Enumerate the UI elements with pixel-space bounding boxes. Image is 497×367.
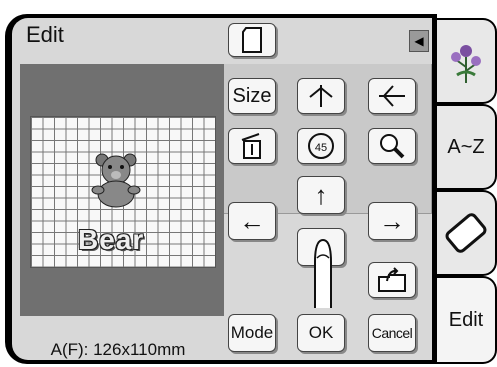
arrow-up-icon: ↑ [314, 179, 328, 210]
save-to-folder-button[interactable] [368, 262, 416, 298]
sound-icon[interactable]: ◀ [409, 30, 429, 52]
folder-icon [378, 267, 406, 292]
mirror-vertical-icon [309, 85, 333, 107]
rotate-button[interactable]: 45 [297, 128, 345, 164]
move-left-button[interactable]: ← [228, 202, 276, 240]
rotate-icon: 45 [308, 133, 334, 159]
cancel-button[interactable]: Cancel [368, 314, 416, 352]
flower-pattern-icon [451, 45, 481, 83]
page-icon [242, 27, 262, 53]
size-label: Size [232, 84, 272, 107]
tab-frames[interactable] [437, 190, 497, 276]
finger-pointer-icon [314, 238, 332, 308]
mirror-horizontal-icon [379, 85, 405, 107]
pattern-preview: Bear [20, 64, 224, 316]
mirror-horizontal-button[interactable] [368, 78, 416, 114]
arrow-left-icon: ← [239, 205, 265, 236]
zoom-button[interactable] [368, 128, 416, 164]
mode-button[interactable]: Mode [228, 314, 276, 352]
ok-button[interactable]: OK [297, 314, 345, 352]
ok-label: OK [308, 323, 334, 342]
mirror-vertical-button[interactable] [297, 78, 345, 114]
move-right-button[interactable]: → [368, 202, 416, 240]
az-tab-label: A~Z [447, 135, 485, 158]
edit-tab-label: Edit [448, 308, 484, 331]
size-readout: A(F): 126x110mm [50, 340, 186, 359]
pattern-text: Bear [78, 224, 145, 255]
new-page-button[interactable] [228, 23, 276, 57]
magnifier-icon [380, 134, 405, 159]
tab-pattern[interactable] [437, 18, 497, 104]
move-up-button[interactable]: ↑ [297, 176, 345, 214]
tab-characters[interactable]: A~Z [437, 104, 497, 190]
bear-icon [91, 153, 141, 208]
cancel-label: Cancel [371, 325, 413, 341]
tab-edit[interactable]: Edit [437, 276, 497, 364]
frame-shape-icon [443, 210, 489, 256]
delete-button[interactable] [228, 128, 276, 164]
trash-icon [241, 133, 261, 159]
screen-title: Edit [26, 22, 64, 47]
arrow-right-icon: → [379, 205, 405, 236]
mode-label: Mode [230, 323, 274, 342]
rotate-label: 45 [314, 142, 328, 154]
size-button[interactable]: Size [228, 78, 276, 114]
edit-screen: Edit Bear A(F): 126x110mm ◀ Size 45 ↑ ← … [12, 18, 432, 360]
